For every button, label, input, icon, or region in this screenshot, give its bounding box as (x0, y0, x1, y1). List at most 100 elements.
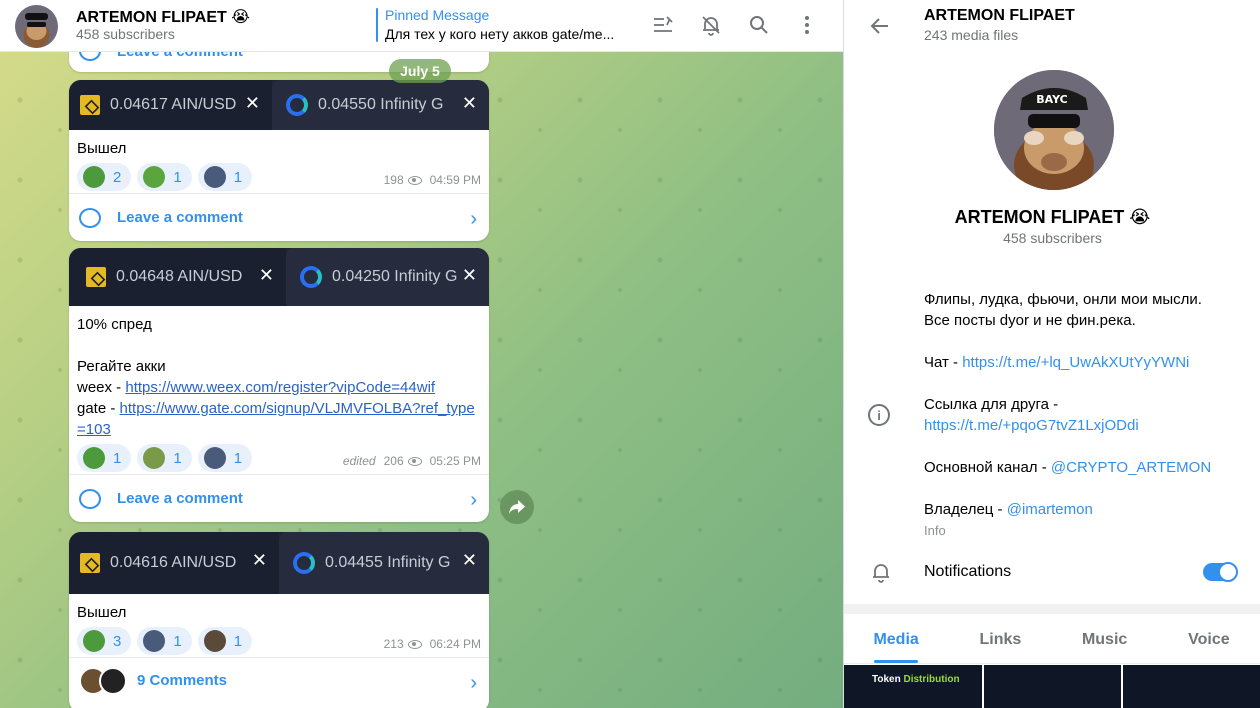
pepe-emoji-icon (143, 166, 166, 188)
back-arrow-icon[interactable] (868, 14, 892, 38)
view-count: 213 (383, 637, 404, 651)
view-count: 206 (383, 454, 404, 468)
notifications-label[interactable]: Notifications (924, 563, 1011, 581)
leave-comment-button[interactable]: Leave a comment › (69, 474, 489, 522)
comment-label[interactable]: Leave a comment (117, 209, 243, 226)
close-icon: ✕ (244, 93, 260, 113)
pinned-message-title[interactable]: Pinned Message (385, 7, 489, 23)
eye-icon (407, 456, 422, 466)
tab-music[interactable]: Music (1053, 614, 1157, 663)
share-button[interactable] (500, 490, 534, 524)
close-icon: ✕ (251, 550, 267, 570)
browser-tab-ain: 0.04616 AIN/USD ✕ (69, 532, 279, 594)
reaction-pill[interactable]: 1 (197, 444, 253, 472)
reaction-pill[interactable]: 1 (197, 163, 253, 191)
pinned-message-text[interactable]: Для тех у кого нету акков gate/me... (385, 26, 614, 42)
reaction-row: 1 1 1 edited 206 05:25 PM (69, 440, 489, 474)
post-meta: 213 06:24 PM (384, 637, 481, 651)
profile-header-title: ARTEMON FLIPAET (924, 7, 1075, 24)
media-file-count: 243 media files (924, 27, 1019, 43)
mute-bell-icon[interactable] (698, 12, 724, 38)
exchange-logo-icon (300, 266, 322, 288)
reaction-pill[interactable]: 3 (77, 627, 132, 655)
leave-comment-button[interactable]: Leave a comment › (69, 193, 489, 241)
reaction-pill[interactable]: 1 (137, 627, 192, 655)
post-meta: 198 04:59 PM (384, 173, 481, 187)
post-meta: edited 206 05:25 PM (343, 454, 481, 468)
info-icon: i (868, 404, 890, 426)
browser-tab-infinity: 0.04250 Infinity G ✕ (286, 248, 489, 306)
post-time: 06:24 PM (429, 637, 481, 651)
pepe-emoji-icon (83, 166, 105, 188)
reaction-pill[interactable]: 2 (77, 163, 132, 191)
channel-description: Флипы, лудка, фьючи, онли мои мысли. Все … (924, 291, 1212, 518)
character-emoji-icon (203, 447, 226, 469)
media-thumbnail[interactable] (983, 665, 1122, 708)
owner-link[interactable]: @imartemon (1007, 501, 1093, 518)
reaction-pill[interactable]: 1 (137, 444, 192, 472)
exchange-logo-icon (80, 95, 100, 115)
weex-referral-link[interactable]: https://www.weex.com/register?vipCode=44… (125, 379, 435, 396)
more-menu-icon[interactable] (794, 12, 820, 38)
browser-tab-ain: 0.04617 AIN/USD ✕ (69, 80, 272, 130)
eye-icon (407, 175, 422, 185)
tab-media[interactable]: Media (844, 614, 948, 663)
browser-tab-infinity: 0.04550 Infinity G ✕ (272, 80, 489, 130)
tab-links[interactable]: Links (948, 614, 1052, 663)
media-thumbnail[interactable] (1123, 665, 1260, 708)
post-text: Вышел (77, 140, 127, 157)
post-image[interactable]: 0.04617 AIN/USD ✕ 0.04550 Infinity G ✕ (69, 80, 489, 130)
media-thumbnail[interactable]: Token Distribution (844, 665, 982, 708)
browser-tab-infinity: 0.04455 Infinity G ✕ (279, 532, 489, 594)
post-image[interactable]: 0.04616 AIN/USD ✕ 0.04455 Infinity G ✕ (69, 532, 489, 594)
comments-button[interactable]: 9 Comments › (69, 657, 489, 703)
notifications-toggle[interactable] (1203, 562, 1238, 582)
chat-pane: ARTEMON FLIPAET 😭 458 subscribers Pinned… (0, 0, 843, 708)
bell-icon (870, 561, 892, 583)
reaction-row: 2 1 1 198 04:59 PM (69, 159, 489, 193)
channel-post: 0.04616 AIN/USD ✕ 0.04455 Infinity G ✕ В… (69, 532, 489, 708)
post-text: 10% спред Регайте акки weex - https://ww… (77, 316, 475, 438)
section-divider (844, 604, 1260, 614)
comment-label[interactable]: 9 Comments (137, 672, 227, 689)
close-icon: ✕ (258, 265, 274, 285)
reaction-pill[interactable]: 1 (137, 163, 192, 191)
comment-label[interactable]: Leave a comment (117, 490, 243, 507)
media-grid: Token Distribution (844, 665, 1260, 708)
main-channel-link[interactable]: @CRYPTO_ARTEMON (1051, 459, 1211, 476)
tab-voice[interactable]: Voice (1157, 614, 1260, 663)
media-tabs: Media Links Music Voice (844, 614, 1260, 664)
post-time: 05:25 PM (429, 454, 481, 468)
pinned-indicator (376, 8, 378, 42)
exchange-logo-icon (80, 553, 100, 573)
channel-avatar-large[interactable]: BAYC (994, 70, 1114, 190)
pinned-list-icon[interactable] (650, 12, 676, 38)
comment-icon (79, 488, 101, 509)
channel-info-pane: ARTEMON FLIPAET 243 media files BAYC ART… (843, 0, 1260, 708)
reaction-pill[interactable]: 1 (197, 627, 253, 655)
chevron-right-icon: › (470, 672, 477, 694)
post-image[interactable]: 0.04648 AIN/USD ✕ 0.04250 Infinity G ✕ (69, 248, 489, 306)
exchange-logo-icon (286, 94, 308, 116)
chat-link[interactable]: https://t.me/+lq_UwAkXUtYyYWNi (962, 354, 1189, 371)
chat-header[interactable]: ARTEMON FLIPAET 😭 458 subscribers Pinned… (0, 0, 843, 52)
channel-title[interactable]: ARTEMON FLIPAET 😭 (76, 7, 250, 27)
character-emoji-icon (203, 166, 226, 188)
monkey-emoji-icon (203, 630, 226, 652)
exchange-logo-icon (293, 552, 315, 574)
friend-link[interactable]: https://t.me/+pqoG7tvZ1LxjODdi (924, 417, 1139, 434)
info-label: Info (924, 523, 946, 538)
gate-referral-link[interactable]: https://www.gate.com/signup/VLJMVFOLBA?r… (77, 400, 475, 438)
close-icon: ✕ (461, 93, 477, 113)
profile-channel-name: ARTEMON FLIPAET 😭 (954, 207, 1151, 227)
close-icon: ✕ (461, 550, 477, 570)
reaction-pill[interactable]: 1 (77, 444, 132, 472)
search-icon[interactable] (746, 12, 772, 38)
profile-subscriber-count: 458 subscribers (1003, 230, 1102, 246)
pepe-emoji-icon (83, 447, 105, 469)
chevron-right-icon: › (470, 489, 477, 511)
close-icon: ✕ (461, 265, 477, 285)
channel-post: 0.04648 AIN/USD ✕ 0.04250 Infinity G ✕ 1… (69, 248, 489, 522)
channel-avatar[interactable] (15, 5, 58, 48)
reaction-row: 3 1 1 213 06:24 PM (69, 623, 489, 657)
